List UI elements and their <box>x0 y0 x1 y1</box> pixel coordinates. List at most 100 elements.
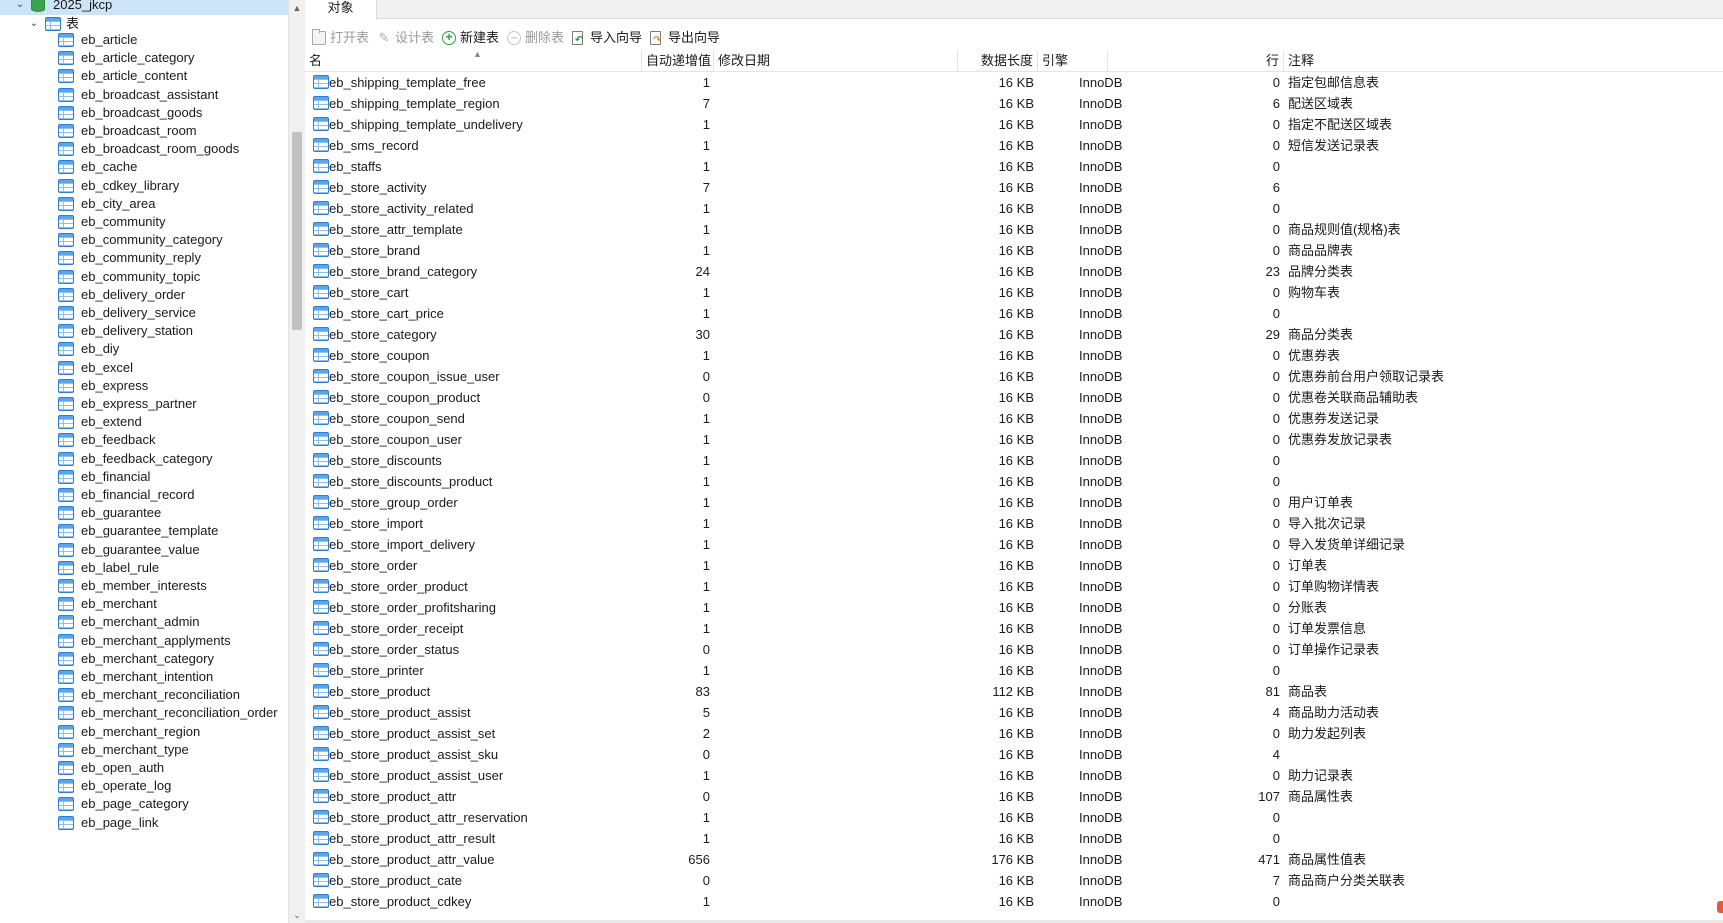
table-row[interactable]: eb_store_activity_related 1 16 KB InnoDB 0 <box>305 198 1723 219</box>
table-row[interactable]: eb_store_coupon_user 1 16 KB InnoDB 0 优惠券发放记录… <box>305 429 1723 450</box>
cell-comment: 商品属性值表 <box>1288 852 1367 867</box>
column-header-engine[interactable]: 引擎 <box>1038 50 1108 72</box>
cell-name: eb_store_group_order <box>329 495 458 510</box>
table-row[interactable]: eb_store_order 1 16 KB InnoDB 0 订单表 <box>305 555 1723 576</box>
table-row[interactable]: eb_store_attr_template 1 16 KB InnoDB 0 商品规则值… <box>305 219 1723 240</box>
cell-rows: 0 <box>1272 600 1280 615</box>
table-row[interactable]: eb_store_discounts 1 16 KB InnoDB 0 <box>305 450 1723 471</box>
cell-name: eb_store_order <box>329 558 418 573</box>
table-row[interactable]: eb_store_product_assist_user 1 16 KB InnoDB… <box>305 765 1723 786</box>
column-name-label: 名 <box>309 53 323 68</box>
tab-objects[interactable]: 对象 <box>305 0 377 20</box>
export-wizard-label: 导出向导 <box>668 30 721 45</box>
table-row[interactable]: eb_store_product_cate 0 16 KB InnoDB 7 商品商户分类… <box>305 870 1723 891</box>
tree-item-label: eb_merchant_category <box>81 650 214 666</box>
cell-auto-increment: 24 <box>695 264 710 279</box>
table-icon <box>313 285 329 299</box>
cell-modified <box>718 807 954 828</box>
scroll-up-icon[interactable]: ▲ <box>289 0 305 16</box>
table-row[interactable]: eb_store_coupon_send 1 16 KB InnoDB 0 优惠券发送记录 <box>305 408 1723 429</box>
cell-data-length: 16 KB <box>998 768 1034 783</box>
column-header-auto-increment[interactable]: 自动递增值 <box>642 50 714 72</box>
cell-comment: 助力发起列表 <box>1288 726 1367 741</box>
cell-rows: 0 <box>1272 159 1280 174</box>
scroll-down-icon[interactable]: ⌄ <box>289 907 305 923</box>
table-row[interactable]: eb_store_product_assist_sku 0 16 KB InnoDB 4 <box>305 744 1723 765</box>
table-row[interactable]: eb_store_product 83 112 KB InnoDB 81 商品表 <box>305 681 1723 702</box>
tree-item-label: eb_broadcast_assistant <box>81 86 219 102</box>
tree-item-label: eb_feedback <box>81 432 156 448</box>
cell-comment <box>1288 177 1718 198</box>
cell-rows: 4 <box>1272 747 1280 762</box>
column-header-comment[interactable]: 注释 <box>1284 50 1723 72</box>
table-row[interactable]: eb_shipping_template_free 1 16 KB InnoDB 0 指定… <box>305 72 1723 93</box>
cell-modified <box>718 156 954 177</box>
table-row[interactable]: eb_store_cart 1 16 KB InnoDB 0 购物车表 <box>305 282 1723 303</box>
table-icon <box>313 684 329 698</box>
table-icon <box>58 378 74 393</box>
table-row[interactable]: eb_sms_record 1 16 KB InnoDB 0 短信发送记录表 <box>305 135 1723 156</box>
cell-rows: 29 <box>1265 327 1280 342</box>
table-icon <box>58 742 74 757</box>
table-row[interactable]: eb_store_group_order 1 16 KB InnoDB 0 用户订单表 <box>305 492 1723 513</box>
cell-comment: 优惠券发送记录 <box>1288 411 1380 426</box>
tree-item-label: eb_broadcast_room <box>81 123 197 138</box>
table-row[interactable]: eb_store_printer 1 16 KB InnoDB 0 <box>305 660 1723 681</box>
cell-rows: 0 <box>1272 222 1280 237</box>
table-icon <box>58 433 74 448</box>
table-row[interactable]: eb_store_coupon_product 0 16 KB InnoDB 0 优惠卷关… <box>305 387 1723 408</box>
table-row[interactable]: eb_store_order_receipt 1 16 KB InnoDB 0 订单发票信… <box>305 618 1723 639</box>
table-row[interactable]: eb_store_product_attr_value 656 176 KB Inno… <box>305 849 1723 870</box>
table-row[interactable]: eb_store_import_delivery 1 16 KB InnoDB 0 导入发… <box>305 534 1723 555</box>
navigator-scrollbar[interactable]: ▲ ⌄ <box>288 0 305 923</box>
table-row[interactable]: eb_store_product_assist 5 16 KB InnoDB 4 商品助力… <box>305 702 1723 723</box>
table-row[interactable]: eb_store_product_attr_reservation 1 16 KB I… <box>305 807 1723 828</box>
table-icon <box>313 201 329 215</box>
table-row[interactable]: eb_store_category 30 16 KB InnoDB 29 商品分类表 <box>305 324 1723 345</box>
cell-comment <box>1288 471 1718 492</box>
cell-auto-increment: 1 <box>702 243 710 258</box>
cell-rows: 107 <box>1258 789 1280 804</box>
table-row[interactable]: eb_store_cart_price 1 16 KB InnoDB 0 <box>305 303 1723 324</box>
column-header-rows[interactable]: 行 <box>1108 50 1284 72</box>
table-row[interactable]: eb_store_brand 1 16 KB InnoDB 0 商品品牌表 <box>305 240 1723 261</box>
scrollbar-thumb[interactable] <box>292 132 302 330</box>
table-row[interactable]: eb_store_product_attr_result 1 16 KB InnoDB… <box>305 828 1723 849</box>
table-row[interactable]: eb_shipping_template_region 7 16 KB InnoDB 6… <box>305 93 1723 114</box>
cell-auto-increment: 5 <box>702 705 710 720</box>
cell-name: eb_store_activity_related <box>329 201 474 216</box>
column-header-data-length[interactable]: 数据长度 <box>958 50 1038 72</box>
edge-notification-tab[interactable] <box>1717 901 1723 913</box>
table-row[interactable]: eb_shipping_template_undelivery 1 16 KB Inn… <box>305 114 1723 135</box>
table-row[interactable]: eb_store_order_profitsharing 1 16 KB InnoDB… <box>305 597 1723 618</box>
cell-comment: 订单表 <box>1288 558 1328 573</box>
chevron-down-icon[interactable]: ⌄ <box>14 0 26 15</box>
table-row[interactable]: eb_store_order_status 0 16 KB InnoDB 0 订单操作记录… <box>305 639 1723 660</box>
cell-modified <box>718 261 954 282</box>
table-row[interactable]: eb_store_discounts_product 1 16 KB InnoDB 0 <box>305 471 1723 492</box>
table-row[interactable]: eb_store_coupon 1 16 KB InnoDB 0 优惠券表 <box>305 345 1723 366</box>
cell-comment: 商品品牌表 <box>1288 243 1354 258</box>
table-row[interactable]: eb_store_activity 7 16 KB InnoDB 6 <box>305 177 1723 198</box>
tree-node-database[interactable]: ⌄ 2025_jkcp <box>0 0 288 15</box>
cell-rows: 0 <box>1272 768 1280 783</box>
table-row[interactable]: eb_store_product_assist_set 2 16 KB InnoDB 0… <box>305 723 1723 744</box>
chevron-down-icon[interactable]: ⌄ <box>28 14 40 34</box>
cell-modified <box>718 702 954 723</box>
table-icon <box>313 495 329 509</box>
cell-rows: 4 <box>1272 705 1280 720</box>
column-header-modified[interactable]: 修改日期 <box>714 50 958 72</box>
table-row[interactable]: eb_store_import 1 16 KB InnoDB 0 导入批次记录 <box>305 513 1723 534</box>
table-row[interactable]: eb_store_product_attr 0 16 KB InnoDB 107 商品属性… <box>305 786 1723 807</box>
cell-modified <box>718 828 954 849</box>
cell-rows: 0 <box>1272 306 1280 321</box>
table-row[interactable]: eb_store_order_product 1 16 KB InnoDB 0 订单购物详… <box>305 576 1723 597</box>
cell-rows: 0 <box>1272 894 1280 909</box>
table-row[interactable]: eb_store_product_cdkey 1 16 KB InnoDB 0 <box>305 891 1723 912</box>
column-header-name[interactable]: 名 ▲ <box>305 49 642 72</box>
table-row[interactable]: eb_store_coupon_issue_user 0 16 KB InnoDB 0 优… <box>305 366 1723 387</box>
table-row[interactable]: eb_staffs 1 16 KB InnoDB 0 <box>305 156 1723 177</box>
table-icon <box>58 124 74 138</box>
table-row[interactable]: eb_store_brand_category 24 16 KB InnoDB 23 品牌… <box>305 261 1723 282</box>
table-icon <box>313 243 329 257</box>
